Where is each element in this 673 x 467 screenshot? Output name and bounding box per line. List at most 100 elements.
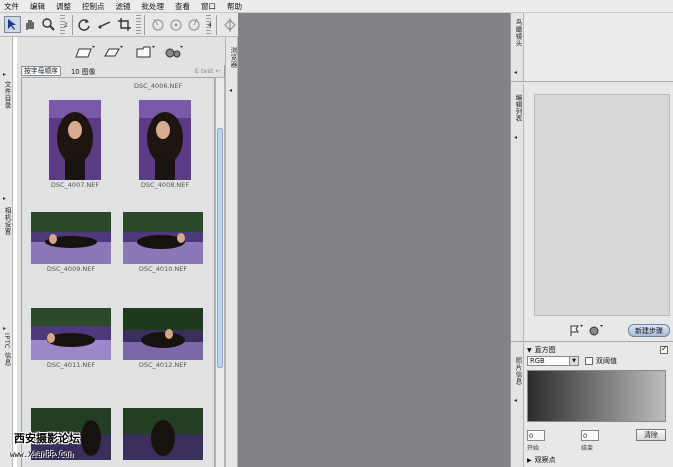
watermark-title: 西安摄影论坛 — [14, 432, 80, 445]
straighten-icon[interactable] — [96, 16, 113, 33]
red-eye-icon[interactable] — [222, 16, 239, 33]
thumbnail-caption: DSC_4012.NEF — [138, 361, 188, 369]
thumbnail-image[interactable] — [123, 308, 203, 360]
browser-toolbar — [17, 37, 225, 65]
menu-window[interactable]: 窗口 — [201, 0, 216, 13]
toolbar-separator — [144, 15, 145, 35]
image-canvas[interactable] — [238, 13, 510, 467]
watch-points-label: 观察点 — [534, 456, 556, 464]
edit-list-area[interactable] — [534, 94, 670, 316]
edit-list-panel: 新建步骤 — [524, 84, 673, 342]
thumbnail-image[interactable] — [123, 212, 203, 264]
thumbnail-caption: DSC_4007.NEF — [50, 181, 100, 189]
expand-arrow-icon[interactable]: ▸ — [3, 71, 6, 78]
scrollbar-thumb[interactable] — [217, 128, 223, 368]
zoom-icon[interactable] — [40, 16, 57, 33]
tab-iptc-info[interactable]: IPTC 信息 — [2, 333, 12, 366]
tab-loupe[interactable]: 鸟瞰镜头 — [513, 19, 523, 47]
toolbar-group-label: 2 — [64, 22, 68, 29]
menu-bar: 文件 编辑 调整 控制点 滤镜 批处理 查看 窗口 帮助 — [0, 0, 673, 13]
chevron-down-icon[interactable]: ▼ — [569, 357, 578, 365]
expand-arrow-icon[interactable]: ◂ — [514, 397, 517, 404]
menu-adjust[interactable]: 调整 — [56, 0, 71, 13]
tab-edit-list[interactable]: 编辑列表 — [513, 94, 523, 122]
hand-icon[interactable] — [22, 16, 39, 33]
menu-help[interactable]: 帮助 — [227, 0, 242, 13]
browser-tab-strip: 浏览器 ◂ — [225, 37, 238, 467]
histogram-enable-checkbox[interactable] — [660, 344, 668, 354]
thumbnail-caption: DSC_4010.NEF — [138, 265, 188, 273]
select-arrow-icon[interactable] — [4, 16, 21, 33]
right-tab-loupe: 鸟瞰镜头 ◂ — [511, 13, 524, 82]
menu-edit[interactable]: 编辑 — [30, 0, 45, 13]
thumbnail-image[interactable] — [49, 100, 101, 180]
tab-browser[interactable]: 浏览器 — [228, 47, 238, 68]
gear-icon[interactable] — [163, 45, 185, 59]
thumbnail-item[interactable]: DSC_4008.NEF — [120, 100, 210, 189]
loupe-panel — [524, 13, 673, 82]
thumbnail-caption: DSC_4009.NEF — [46, 265, 96, 273]
menu-view[interactable]: 查看 — [175, 0, 190, 13]
thumbnail-item[interactable]: DSC_4007.NEF — [30, 100, 120, 189]
thumbnail-vertical-scrollbar[interactable] — [215, 77, 225, 467]
thumbnail-image[interactable] — [31, 308, 111, 360]
histogram-title: 直方图 — [534, 346, 556, 354]
end-label: 结束 — [581, 445, 594, 452]
thumbnail-item[interactable]: DSC_4012.NEF — [118, 308, 208, 369]
folder-open-icon[interactable] — [75, 45, 97, 59]
expand-arrow-icon[interactable]: ▸ — [3, 195, 6, 202]
end-value-input[interactable]: 0 — [581, 430, 599, 441]
toolbar-separator — [216, 15, 217, 35]
expand-triangle-icon[interactable]: ▶ — [527, 457, 532, 464]
thumbnail-image[interactable] — [123, 408, 203, 460]
channel-select[interactable]: RGB ▼ — [527, 356, 579, 366]
tab-camera-settings[interactable]: 相机设置 — [2, 207, 12, 235]
thumbnail-image[interactable] — [139, 100, 191, 180]
thumbnail-caption: DSC_4011.NEF — [46, 361, 96, 369]
label-icon[interactable] — [103, 45, 125, 59]
menu-file[interactable]: 文件 — [4, 0, 19, 13]
right-panel: 鸟瞰镜头 ◂ 编辑列表 ◂ 新建步骤 照片信息 ◂ ▼ 直方图 RGB ▼ — [510, 13, 673, 467]
collapse-arrow-icon[interactable]: ◂ — [229, 87, 232, 94]
thumbnail-item[interactable]: DSC_4011.NEF — [26, 308, 116, 369]
crop-icon[interactable] — [116, 16, 133, 33]
thumbnail-caption: DSC_4008.NEF — [140, 181, 190, 189]
thumbnail-caption: DSC_4006.NEF — [134, 82, 183, 90]
filter-field[interactable]: E test ← — [195, 67, 221, 75]
rotate-icon[interactable] — [76, 16, 93, 33]
channel-value: RGB — [530, 357, 545, 365]
toolbar-group-label: 4 — [208, 22, 212, 29]
menu-control-points[interactable]: 控制点 — [82, 0, 105, 13]
new-step-button[interactable]: 新建步骤 — [628, 324, 670, 337]
start-value-input[interactable]: 0 — [527, 430, 545, 441]
toolbar-separator — [72, 15, 73, 35]
expand-arrow-icon[interactable]: ▸ — [3, 325, 6, 332]
tab-photo-info[interactable]: 照片信息 — [513, 357, 523, 385]
threshold-checkbox[interactable] — [585, 357, 593, 365]
watch-points-row[interactable]: ▶ 观察点 — [527, 455, 556, 465]
watermark-url: www.XianPP.Com — [10, 450, 74, 459]
flag-icon[interactable] — [568, 324, 584, 337]
menu-batch[interactable]: 批处理 — [142, 0, 165, 13]
thumbnail-item[interactable]: DSC_4010.NEF — [118, 212, 208, 273]
thumbnail-image[interactable] — [31, 212, 111, 264]
control-point-icon[interactable] — [150, 16, 167, 33]
thumbnail-item[interactable]: DSC_4009.NEF — [26, 212, 116, 273]
tab-file-directory[interactable]: 文件目录 — [2, 81, 12, 109]
thumbnail-item[interactable] — [118, 408, 208, 460]
clear-button[interactable]: 清除 — [636, 429, 666, 441]
collapse-triangle-icon[interactable]: ▼ — [527, 347, 532, 354]
gear-icon[interactable] — [588, 324, 604, 337]
white-point-icon[interactable] — [186, 16, 203, 33]
menu-filter[interactable]: 滤镜 — [116, 0, 131, 13]
expand-arrow-icon[interactable]: ◂ — [514, 134, 517, 141]
histogram-header: ▼ 直方图 — [527, 344, 671, 355]
expand-arrow-icon[interactable]: ◂ — [514, 69, 517, 76]
folder-icon[interactable] — [135, 45, 157, 59]
black-point-icon[interactable] — [168, 16, 185, 33]
histogram-panel: ▼ 直方图 RGB ▼ 双阈值 0 开始 0 结束 清除 ▶ 观察点 — [524, 343, 673, 467]
start-label: 开始 — [527, 445, 540, 452]
histogram-graph[interactable] — [527, 370, 666, 422]
toolbar-grip[interactable] — [136, 15, 141, 35]
sort-order-select[interactable]: 按字母顺序 — [21, 66, 61, 76]
